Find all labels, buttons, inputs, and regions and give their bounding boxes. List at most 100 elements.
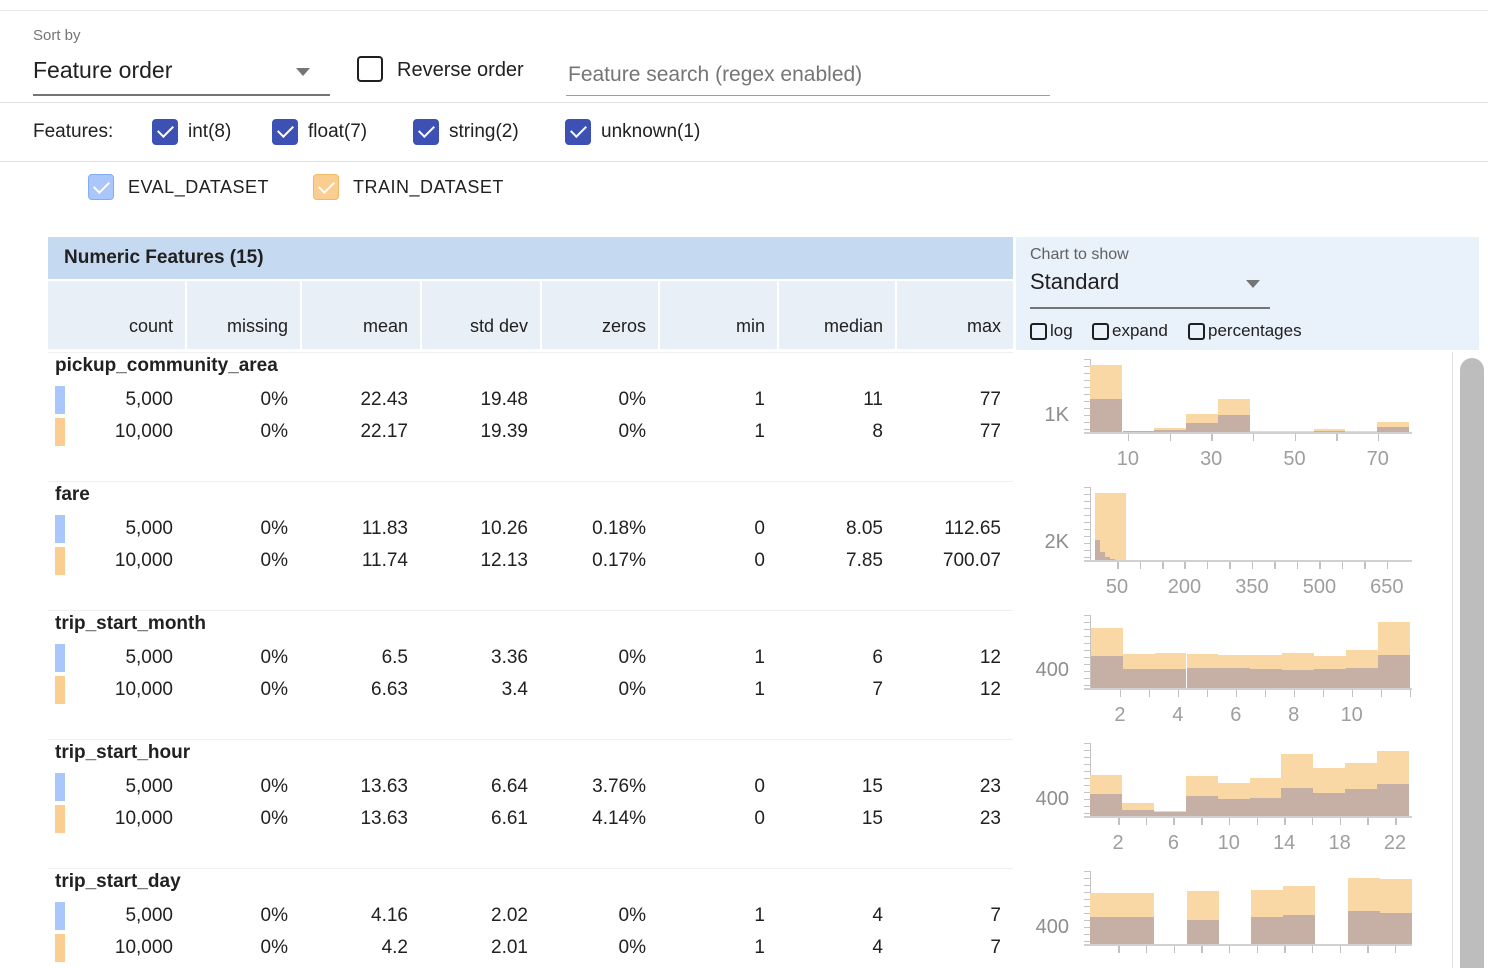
x-axis-tick (1207, 690, 1209, 697)
feature-name: trip_start_month (55, 613, 206, 635)
stat-cell: 1 (658, 901, 777, 931)
dataset-checkbox-icon[interactable] (88, 174, 114, 200)
numeric-features-header: Numeric Features (15) (48, 237, 1013, 279)
stat-cell: 0% (185, 675, 300, 705)
hist-bar-eval (1218, 799, 1250, 816)
feature-block-trip_start_day: trip_start_day5,0000%4.162.020%14710,000… (48, 868, 1013, 968)
checkbox-empty-icon[interactable] (1030, 323, 1047, 340)
vertical-scrollbar-track[interactable] (1452, 352, 1488, 968)
hist-bar-eval (1281, 788, 1313, 816)
chevron-down-icon[interactable] (296, 68, 310, 76)
stat-cell: 11.83 (300, 514, 420, 544)
chart-option-0[interactable]: log (1030, 321, 1073, 341)
x-axis-tick (1367, 818, 1369, 825)
checkbox-empty-icon[interactable] (1092, 323, 1109, 340)
stat-cell: 0% (185, 514, 300, 544)
dataset-color-swatch (55, 902, 65, 930)
feature-type-label: string(2) (449, 121, 519, 143)
feature-block-fare: fare5,0000%11.8310.260.18%08.05112.6510,… (48, 481, 1013, 610)
chart-controls-panel: Chart to show Standard logexpandpercenta… (1016, 237, 1479, 350)
stat-cell: 0 (658, 546, 777, 576)
hist-bar-eval (1090, 917, 1122, 944)
x-axis-tick (1395, 946, 1397, 953)
stat-cell: 3.4 (420, 675, 540, 705)
stat-cell: 6.61 (420, 804, 540, 834)
chart-to-show-dropdown[interactable]: Standard (1030, 269, 1119, 295)
check-icon (318, 177, 335, 194)
hist-bar-eval (1123, 669, 1155, 688)
checkbox-checked-icon[interactable] (272, 119, 298, 145)
chart-option-1[interactable]: expand (1092, 321, 1168, 341)
x-axis-tick (1395, 818, 1397, 825)
features-filter-label: Features: (33, 121, 113, 143)
sort-by-dropdown[interactable]: Feature order (33, 57, 172, 84)
x-axis-tick (1284, 818, 1286, 825)
chart-option-2[interactable]: percentages (1188, 321, 1302, 341)
chevron-down-icon[interactable] (1246, 280, 1260, 288)
x-axis-tick-label: 70 (1367, 448, 1389, 471)
hist-bar-eval (1348, 911, 1380, 944)
x-axis-tick (1149, 690, 1151, 697)
x-axis-tick (1184, 562, 1186, 569)
feature-search-input[interactable] (566, 55, 1050, 96)
dataset-checkbox-icon[interactable] (313, 174, 339, 200)
histogram-plot (1090, 744, 1412, 816)
stat-cell: 1 (658, 933, 777, 963)
stat-cell: 8 (777, 417, 895, 447)
x-axis-line (1084, 560, 1412, 562)
x-axis-tick (1342, 562, 1344, 569)
stat-cell: 5,000 (48, 643, 185, 673)
dataset-color-swatch (55, 547, 65, 575)
stat-cell: 0% (185, 901, 300, 931)
vertical-scrollbar-thumb[interactable] (1460, 358, 1484, 968)
x-axis-tick (1146, 818, 1148, 825)
hist-bar-eval (1378, 655, 1410, 688)
dataset-label: EVAL_DATASET (128, 177, 269, 198)
x-axis-tick-label: 350 (1235, 576, 1268, 599)
feature-type-filter-3[interactable]: unknown(1) (565, 119, 700, 145)
x-axis-tick (1364, 562, 1366, 569)
stat-cell: 22.43 (300, 385, 420, 415)
stat-cell: 4 (777, 901, 895, 931)
dataset-color-swatch (55, 676, 65, 704)
x-axis-tick (1312, 946, 1314, 953)
stat-cell: 0% (540, 385, 658, 415)
stat-cell: 4.16 (300, 901, 420, 931)
stat-cell: 0% (185, 933, 300, 963)
x-axis-tick (1118, 818, 1120, 825)
stat-cell: 0% (540, 901, 658, 931)
chart-option-label: log (1050, 321, 1073, 341)
feature-type-filter-0[interactable]: int(8) (152, 119, 231, 145)
x-axis-tick-label: 10 (1117, 448, 1139, 471)
dataset-legend-item-0[interactable]: EVAL_DATASET (88, 174, 269, 200)
dataset-legend-item-1[interactable]: TRAIN_DATASET (313, 174, 504, 200)
x-axis-tick-label: 6 (1168, 832, 1179, 855)
histogram-plot (1090, 616, 1412, 688)
checkbox-checked-icon[interactable] (413, 119, 439, 145)
x-axis-tick (1120, 690, 1122, 697)
checkbox-empty-icon[interactable] (1188, 323, 1205, 340)
x-axis-tick (1236, 690, 1238, 697)
checkbox-checked-icon[interactable] (152, 119, 178, 145)
x-axis-tick (1140, 562, 1142, 569)
x-axis-tick-label: 500 (1303, 576, 1336, 599)
dataset-color-swatch (55, 644, 65, 672)
hist-bar-eval (1218, 415, 1250, 432)
checkbox-checked-icon[interactable] (565, 119, 591, 145)
stat-cell: 700.07 (895, 546, 1013, 576)
stat-cell: 0% (185, 643, 300, 673)
stat-cell: 0 (658, 804, 777, 834)
x-axis-tick (1295, 434, 1297, 441)
hist-bar-eval (1186, 423, 1218, 432)
x-axis-tick-label: 30 (1200, 448, 1222, 471)
dataset-color-swatch (55, 934, 65, 962)
feature-type-filter-2[interactable]: string(2) (413, 119, 519, 145)
stat-cell: 15 (777, 772, 895, 802)
stat-cell: 2.02 (420, 901, 540, 931)
feature-type-filter-1[interactable]: float(7) (272, 119, 367, 145)
feature-block-trip_start_month: trip_start_month5,0000%6.53.360%161210,0… (48, 610, 1013, 739)
x-axis-tick (1319, 562, 1321, 569)
reverse-order-checkbox[interactable] (357, 56, 383, 82)
hist-bar-eval (1090, 399, 1122, 433)
x-axis-tick-label: 50 (1283, 448, 1305, 471)
